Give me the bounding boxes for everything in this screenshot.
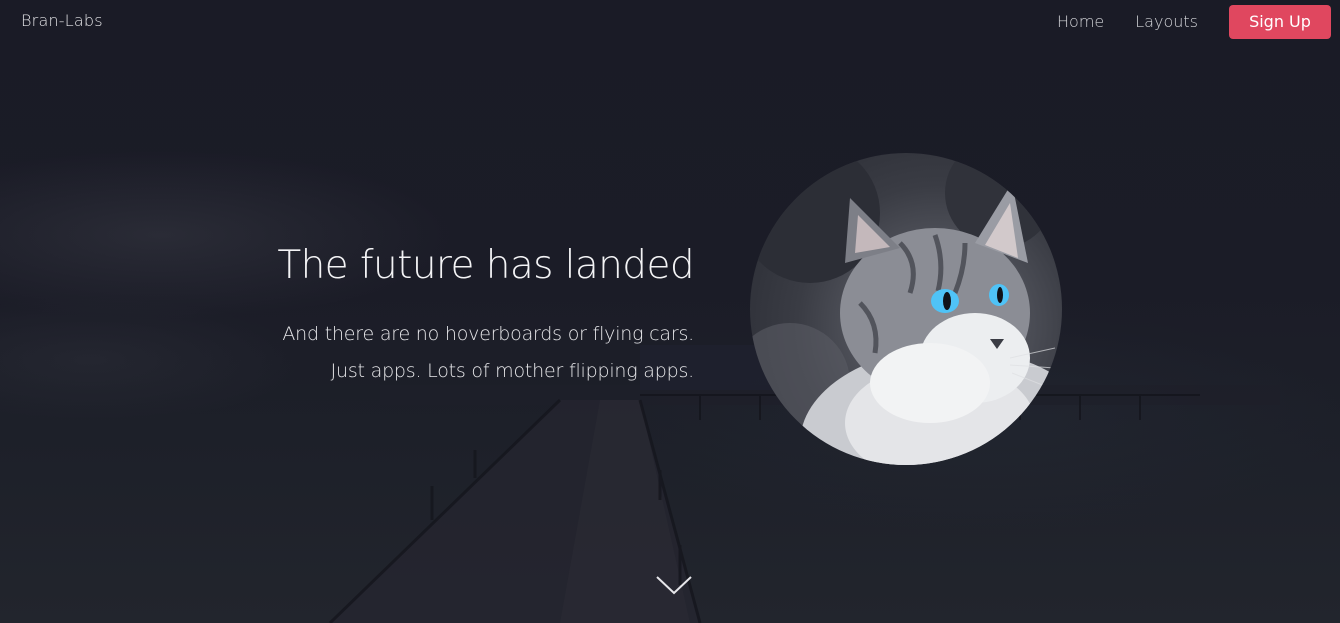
brand-logo[interactable]: Bran-Labs [21,11,103,30]
nav-link-home[interactable]: Home [1057,6,1104,38]
hero-subtitle-line-1: And there are no hoverboards or flying c… [282,323,694,345]
hero-copy: The future has landed And there are no h… [134,238,694,390]
hero-subtitle-line-2: Just apps. Lots of mother flipping apps. [330,360,695,382]
hero-title: The future has landed [277,243,694,288]
hero-section: Bran-Labs Home Layouts Sign Up The futur… [0,0,1340,623]
top-nav: Home Layouts Sign Up [1057,5,1331,39]
cat-photo [750,153,1062,465]
signup-button[interactable]: Sign Up [1229,5,1331,39]
chevron-down-icon[interactable] [655,574,693,596]
nav-link-layouts[interactable]: Layouts [1135,6,1198,38]
